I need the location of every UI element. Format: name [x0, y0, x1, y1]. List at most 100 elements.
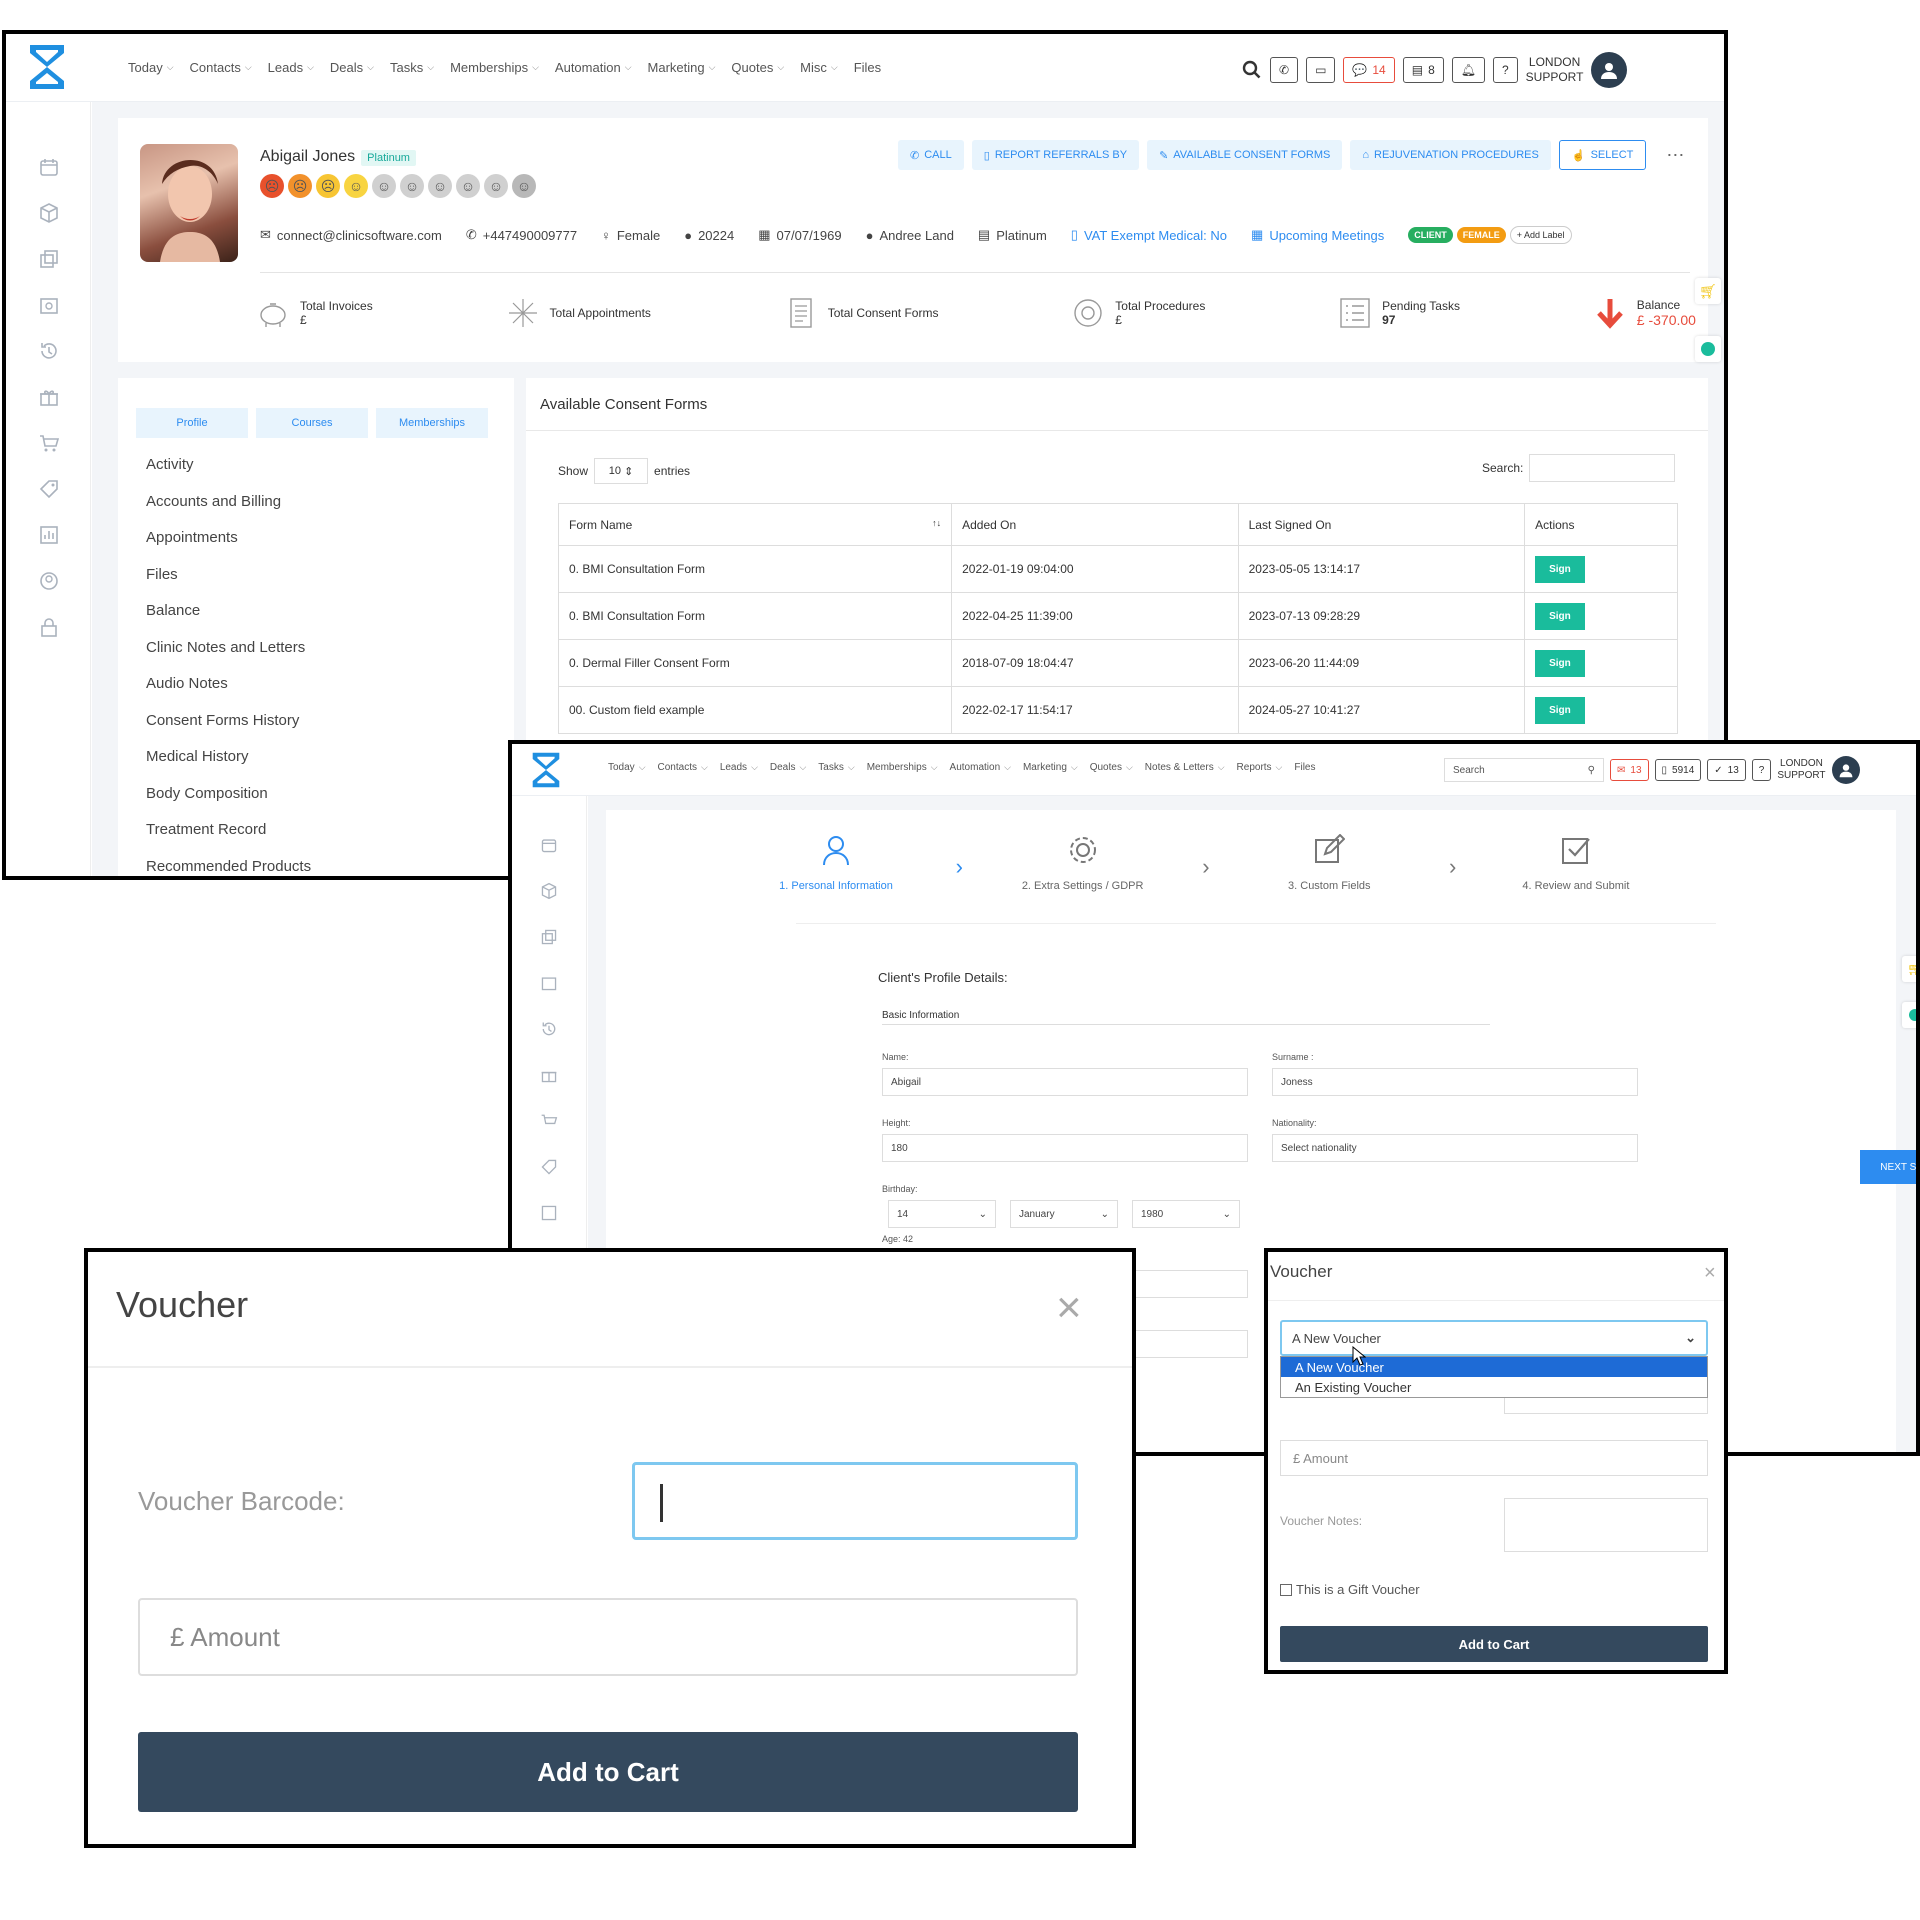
step-personal-info[interactable]: 1. Personal Information [756, 834, 916, 892]
birthday-year-select[interactable]: 1980 ⌄ [1132, 1200, 1240, 1228]
reports-icon[interactable] [38, 524, 60, 546]
menu-body-composition[interactable]: Body Composition [146, 785, 311, 822]
copy-icon[interactable] [38, 248, 60, 270]
add-to-cart-button[interactable]: Add to Cart [138, 1732, 1078, 1812]
col-last-signed[interactable]: Last Signed On [1237, 503, 1526, 546]
history-icon[interactable] [38, 340, 60, 362]
satisfaction-rating[interactable]: ☹ ☹ ☹ ☺ ☺ ☺ ☺ ☺ ☺ ☺ [260, 174, 536, 198]
nav-today[interactable]: Today ⌵ [128, 60, 174, 75]
amount-input[interactable]: £ Amount [138, 1598, 1078, 1676]
gift-icon[interactable] [540, 1066, 558, 1084]
cart-float-icon[interactable]: 🛒︎ [1695, 278, 1721, 304]
more-options-icon[interactable]: ⋯ [1654, 140, 1697, 170]
tab-memberships[interactable]: Memberships [376, 408, 488, 438]
lock-icon[interactable] [38, 616, 60, 638]
phone-item[interactable]: ✆ +447490009777 [466, 226, 577, 244]
col-added-on[interactable]: Added On [951, 503, 1239, 546]
face-icon[interactable]: ☺ [484, 174, 508, 198]
nav-files[interactable]: Files [1294, 762, 1315, 773]
nav-notes-letters[interactable]: Notes & Letters ⌵ [1145, 762, 1225, 773]
nav-today[interactable]: Today ⌵ [608, 762, 646, 773]
calendar-icon[interactable] [540, 836, 558, 854]
menu-appointments[interactable]: Appointments [146, 529, 311, 566]
angry-face-icon[interactable]: ☹ [260, 174, 284, 198]
nav-quotes[interactable]: Quotes ⌵ [1090, 762, 1133, 773]
face-icon[interactable]: ☺ [428, 174, 452, 198]
nav-automation[interactable]: Automation ⌵ [555, 60, 632, 75]
nav-reports[interactable]: Reports ⌵ [1237, 762, 1283, 773]
menu-recommended-products[interactable]: Recommended Products [146, 858, 311, 877]
nav-leads[interactable]: Leads ⌵ [268, 60, 314, 75]
rejuvenation-button[interactable]: ⌂ REJUVENATION PROCEDURES [1350, 140, 1551, 170]
consent-forms-button[interactable]: ✎ AVAILABLE CONSENT FORMS [1147, 140, 1343, 170]
phone-button[interactable]: ✆ [1270, 57, 1299, 83]
menu-files[interactable]: Files [146, 566, 311, 603]
surname-input[interactable]: Joness [1272, 1068, 1638, 1096]
nav-contacts[interactable]: Contacts ⌵ [658, 762, 708, 773]
email-item[interactable]: ✉ connect@clinicsoftware.com [260, 226, 442, 244]
report-referrals-button[interactable]: ▯ REPORT REFERRALS BY [971, 140, 1140, 170]
menu-medical-history[interactable]: Medical History [146, 748, 311, 785]
nav-tasks[interactable]: Tasks ⌵ [390, 60, 434, 75]
help-button[interactable]: ? [1751, 759, 1772, 781]
sign-button[interactable]: Sign [1535, 555, 1585, 583]
box-icon[interactable] [540, 882, 558, 900]
user-circle-icon[interactable] [38, 570, 60, 592]
mail-button[interactable]: ✉ 13 [1610, 759, 1649, 781]
app-logo[interactable] [24, 42, 70, 92]
sign-button[interactable]: Sign [1535, 602, 1585, 630]
tag-icon[interactable] [38, 478, 60, 500]
nav-deals[interactable]: Deals ⌵ [330, 60, 374, 75]
nav-misc[interactable]: Misc ⌵ [800, 60, 838, 75]
copy-icon[interactable] [540, 928, 558, 946]
step-review-submit[interactable]: 4. Review and Submit [1496, 834, 1656, 892]
nav-contacts[interactable]: Contacts ⌵ [190, 60, 252, 75]
col-form-name[interactable]: Form Name ↑↓ [557, 503, 953, 546]
nav-leads[interactable]: Leads ⌵ [720, 762, 758, 773]
cart-icon[interactable] [38, 432, 60, 454]
nav-memberships[interactable]: Memberships ⌵ [450, 60, 539, 75]
menu-audio-notes[interactable]: Audio Notes [146, 675, 311, 712]
neutral-face-icon[interactable]: ☺ [344, 174, 368, 198]
birthday-month-select[interactable]: January ⌄ [1010, 1200, 1118, 1228]
voucher-type-select[interactable]: A New Voucher ⌄ [1280, 1320, 1708, 1356]
whatsapp-icon[interactable] [1902, 1002, 1916, 1028]
menu-balance[interactable]: Balance [146, 602, 311, 639]
option-new-voucher[interactable]: A New Voucher [1281, 1357, 1707, 1377]
nav-marketing[interactable]: Marketing ⌵ [648, 60, 716, 75]
tasks-button[interactable]: ✓ 13 [1707, 759, 1746, 781]
search-input[interactable] [1529, 454, 1676, 482]
nav-memberships[interactable]: Memberships ⌵ [867, 762, 938, 773]
add-label-button[interactable]: + Add Label [1509, 226, 1572, 244]
tab-profile[interactable]: Profile [136, 408, 248, 438]
entries-select[interactable]: 10 ⇕ [594, 458, 649, 484]
nav-marketing[interactable]: Marketing ⌵ [1023, 762, 1078, 773]
step-extra-settings[interactable]: 2. Extra Settings / GDPR [1003, 834, 1163, 892]
sign-button[interactable]: Sign [1535, 649, 1585, 677]
sign-button[interactable]: Sign [1535, 696, 1585, 724]
user-avatar[interactable] [1591, 52, 1628, 88]
notifications-button[interactable]: 🔔︎ [1451, 57, 1485, 83]
face-icon[interactable]: ☺ [512, 174, 536, 198]
app-logo[interactable] [528, 750, 564, 790]
history-icon[interactable] [540, 1020, 558, 1038]
select-button[interactable]: ☝ SELECT [1558, 140, 1647, 170]
search-icon[interactable]: ⚲ [1588, 765, 1595, 776]
support-label[interactable]: LONDON SUPPORT [1526, 55, 1584, 85]
chat-button[interactable]: 💬 14 [1343, 57, 1395, 83]
sort-icon[interactable]: ↑↓ [932, 518, 941, 528]
close-icon[interactable]: × [1056, 1286, 1082, 1330]
height-input[interactable]: 180 [882, 1134, 1248, 1162]
face-icon[interactable]: ☺ [400, 174, 424, 198]
frown-face-icon[interactable]: ☹ [316, 174, 340, 198]
search-icon[interactable] [1242, 60, 1262, 80]
nav-files[interactable]: Files [854, 60, 881, 75]
calendar-icon[interactable] [38, 156, 60, 178]
nav-quotes[interactable]: Quotes ⌵ [731, 60, 784, 75]
female-label[interactable]: FEMALE [1456, 227, 1506, 243]
schedule-icon[interactable] [38, 294, 60, 316]
next-step-button[interactable]: NEXT STEP [1860, 1150, 1916, 1184]
support-label[interactable]: LONDON SUPPORT [1777, 758, 1825, 782]
gift-voucher-checkbox[interactable] [1280, 1583, 1292, 1596]
cart-icon[interactable] [540, 1112, 558, 1130]
